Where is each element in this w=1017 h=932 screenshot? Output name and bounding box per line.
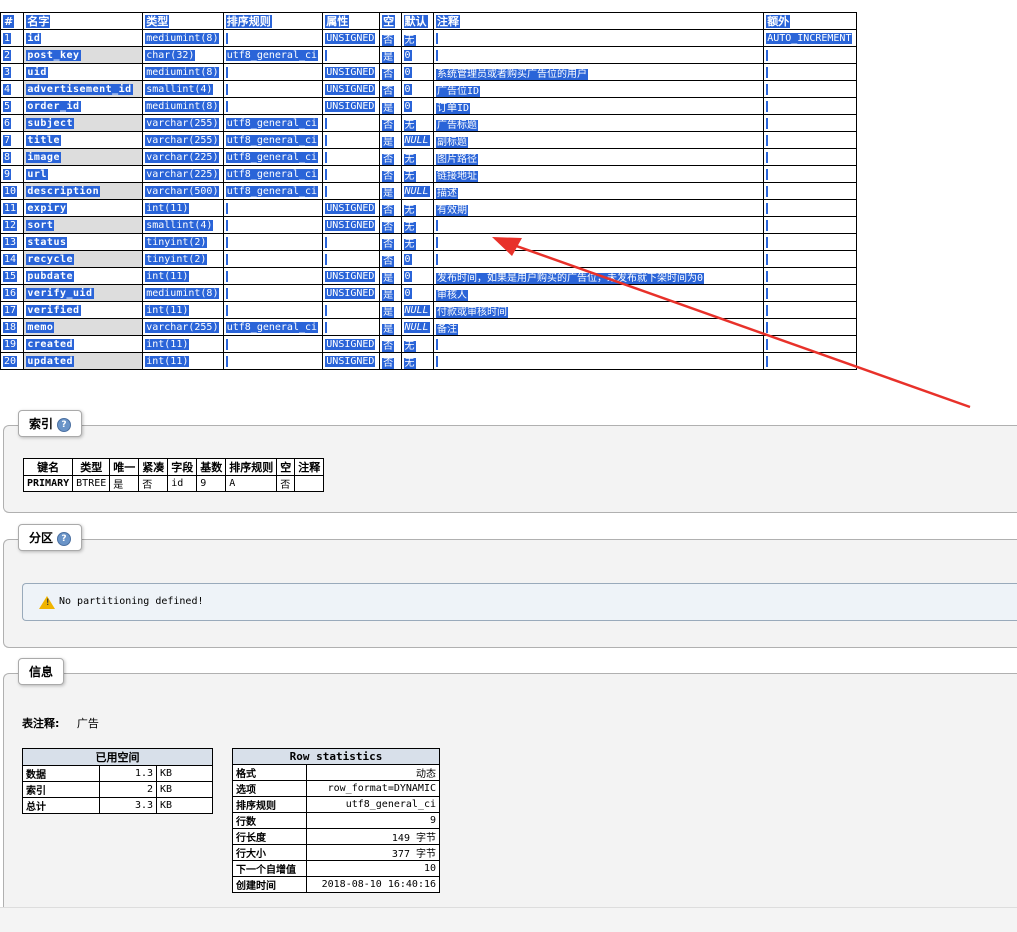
table-row: 排序规则 utf8_general_ci (232, 796, 441, 813)
stat-label: 选项 (232, 780, 307, 797)
help-icon[interactable]: ? (57, 531, 72, 546)
space-cell: KB (156, 781, 213, 798)
stat-value: 动态 (305, 764, 441, 781)
partitions-legend: 分区? (18, 524, 83, 551)
table-row: 行大小 377 字节 (232, 844, 441, 861)
table-row: 下一个自增值 10 (232, 860, 441, 877)
index-cell: 否 (276, 475, 296, 492)
table-row: 格式 动态 (232, 764, 441, 781)
space-cell: 1.3 (99, 765, 157, 782)
stat-value: 377 字节 (305, 844, 441, 861)
stat-value: row_format=DYNAMIC (305, 780, 441, 797)
bottom-bar (0, 907, 1017, 932)
table-row: PRIMARY BTREE 是否 id 9 A 否 (22, 475, 325, 492)
stat-value: 10 (305, 860, 441, 877)
index-col-header: 字段 (167, 458, 198, 476)
space-cell: KB (156, 797, 213, 814)
index-cell (294, 475, 325, 492)
space-usage-title: 已用空间 (22, 748, 213, 766)
index-col-header: 空 (276, 458, 296, 476)
index-col-header: 唯一 (109, 458, 140, 476)
table-row: 总计 3.3 KB (22, 797, 213, 814)
partition-message: No partitioning defined! (59, 596, 204, 607)
index-cell: 是 (109, 475, 140, 492)
index-cell: PRIMARY (22, 475, 74, 492)
indexes-header-row: 键名 类型 唯一 紧凑 字段 基数 排序规则空注释 (22, 458, 325, 476)
index-cell: BTREE (72, 475, 111, 492)
row-statistics-table: Row statistics 格式 动态 选项 row_format=DYNAMIC 排… (232, 748, 441, 893)
index-col-header: 类型 (72, 458, 111, 476)
table-comment-value: 广告 (76, 717, 99, 730)
table-row: 行长度 149 字节 (232, 828, 441, 845)
index-col-header: 排序规则 (225, 458, 278, 476)
table-row: 创建时间 2018-08-10 16:40:16 (232, 876, 441, 893)
index-cell: A (225, 475, 278, 492)
stat-label: 行大小 (232, 844, 307, 861)
stat-label: 格式 (232, 764, 307, 781)
warning-icon: ! (39, 596, 55, 609)
space-cell: 2 (99, 781, 157, 798)
info-legend: 信息 (18, 658, 65, 685)
table-comment: 表注释: 广告 (22, 715, 99, 731)
indexes-table: 键名 类型 唯一 紧凑 字段 基数 排序规则空注释 PRIMARY BTREE 是否 id 9 A 否 (22, 458, 325, 492)
stat-value: 9 (305, 812, 441, 829)
space-usage-table: 已用空间 数据 1.3 KB 索引 2 KB 总计 3.3 KB (22, 748, 213, 814)
index-col-header: 紧凑 (138, 458, 169, 476)
table-row: 数据 1.3 KB (22, 765, 213, 782)
stat-value: utf8_general_ci (305, 796, 441, 813)
index-col-header: 注释 (294, 458, 325, 476)
help-icon[interactable]: ? (57, 417, 72, 432)
space-cell: 总计 (22, 797, 100, 814)
stat-value: 2018-08-10 16:40:16 (305, 876, 441, 893)
arrow-shaft (507, 241, 971, 409)
space-cell: 数据 (22, 765, 100, 782)
table-row: 行数 9 (232, 812, 441, 829)
stat-label: 排序规则 (232, 796, 307, 813)
stat-label: 下一个自增值 (232, 860, 307, 877)
index-cell: id (167, 475, 198, 492)
index-col-header: 键名 (22, 458, 74, 476)
table-row: 选项 row_format=DYNAMIC (232, 780, 441, 797)
partitions-legend-label: 分区 (29, 531, 54, 545)
indexes-legend-label: 索引 (29, 417, 54, 431)
index-col-header: 基数 (196, 458, 227, 476)
table-row: 索引 2 KB (22, 781, 213, 798)
stat-label: 行长度 (232, 828, 307, 845)
space-cell: 3.3 (99, 797, 157, 814)
stat-label: 创建时间 (232, 876, 307, 893)
partition-notice: ! No partitioning defined! (22, 583, 1017, 621)
stat-label: 行数 (232, 812, 307, 829)
row-statistics-title: Row statistics (232, 748, 440, 765)
stat-value: 149 字节 (305, 828, 441, 845)
index-cell: 9 (196, 475, 227, 492)
indexes-legend: 索引? (18, 410, 83, 437)
space-cell: KB (156, 765, 213, 782)
table-comment-label: 表注释: (22, 717, 60, 730)
space-cell: 索引 (22, 781, 100, 798)
info-legend-label: 信息 (29, 665, 54, 679)
index-cell: 否 (138, 475, 169, 492)
